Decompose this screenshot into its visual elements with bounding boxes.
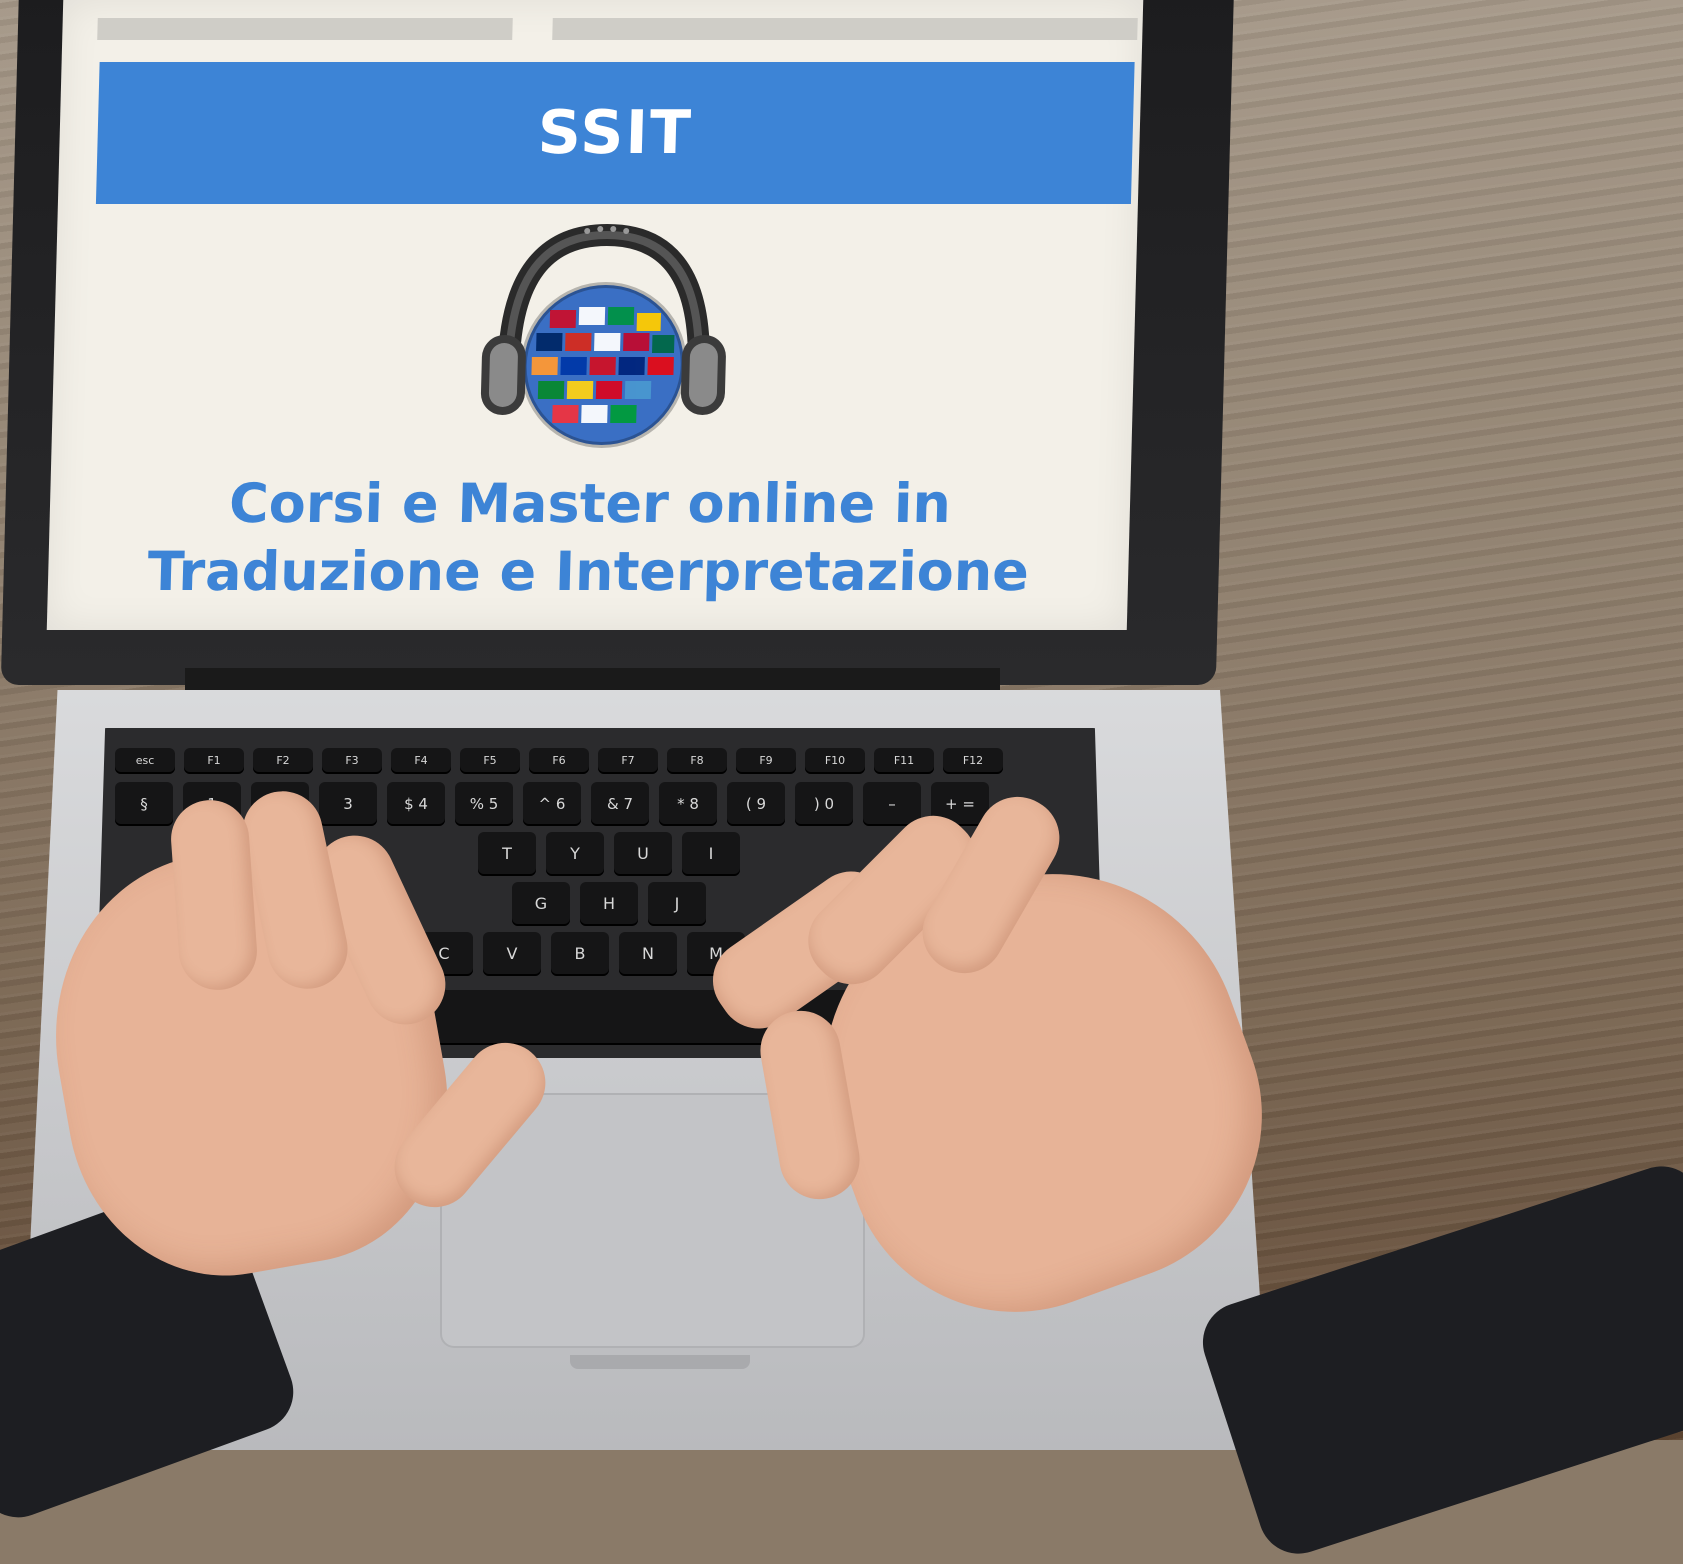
laptop-screen: SSIT Corsi e Master online in Traduzione…: [46, 0, 1144, 630]
key-h[interactable]: H: [580, 882, 638, 926]
key-v[interactable]: V: [483, 932, 541, 976]
left-ring-finger: [168, 797, 260, 993]
key-f4[interactable]: F4: [391, 748, 451, 774]
key-i[interactable]: I: [682, 832, 740, 876]
laptop-front-lip: [570, 1355, 750, 1369]
key-f6[interactable]: F6: [529, 748, 589, 774]
top-bar-right: [552, 18, 1138, 40]
top-bar-left: [97, 18, 513, 40]
key-esc[interactable]: esc: [115, 748, 175, 774]
key-–[interactable]: –: [863, 782, 921, 826]
key-f9[interactable]: F9: [736, 748, 796, 774]
key-y[interactable]: Y: [546, 832, 604, 876]
key-n[interactable]: N: [619, 932, 677, 976]
key-f11[interactable]: F11: [874, 748, 934, 774]
key-^-6[interactable]: ^ 6: [523, 782, 581, 826]
key-$-4[interactable]: $ 4: [387, 782, 445, 826]
banner-title: SSIT: [536, 98, 694, 168]
key-*-8[interactable]: * 8: [659, 782, 717, 826]
key-f1[interactable]: F1: [184, 748, 244, 774]
key-u[interactable]: U: [614, 832, 672, 876]
key-(-9[interactable]: ( 9: [727, 782, 785, 826]
key-f8[interactable]: F8: [667, 748, 727, 774]
key-f3[interactable]: F3: [322, 748, 382, 774]
tagline-line-2: Traduzione e Interpretazione: [146, 540, 1030, 603]
tagline: Corsi e Master online in Traduzione e In…: [47, 470, 1131, 606]
key-)-0[interactable]: ) 0: [795, 782, 853, 826]
key-t[interactable]: T: [478, 832, 536, 876]
key-g[interactable]: G: [512, 882, 570, 926]
key-f2[interactable]: F2: [253, 748, 313, 774]
key-j[interactable]: J: [648, 882, 706, 926]
header-banner: SSIT: [95, 62, 1135, 204]
key-3[interactable]: 3: [319, 782, 377, 826]
key-§[interactable]: §: [115, 782, 173, 826]
key-f12[interactable]: F12: [943, 748, 1003, 774]
headphones-globe-icon: [451, 215, 758, 475]
key-f7[interactable]: F7: [598, 748, 658, 774]
key-f10[interactable]: F10: [805, 748, 865, 774]
key-f5[interactable]: F5: [460, 748, 520, 774]
key-&-7[interactable]: & 7: [591, 782, 649, 826]
key-%-5[interactable]: % 5: [455, 782, 513, 826]
key-b[interactable]: B: [551, 932, 609, 976]
tagline-line-1: Corsi e Master online in: [228, 472, 952, 535]
